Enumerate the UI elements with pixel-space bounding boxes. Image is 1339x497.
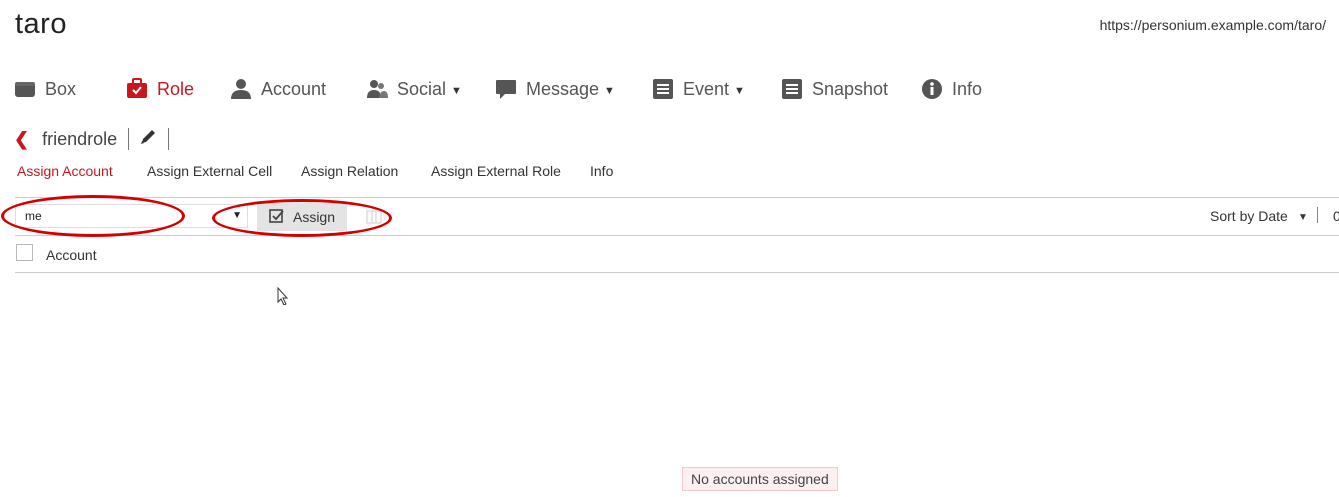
box-icon (14, 78, 36, 100)
role-name: friendrole (42, 128, 118, 149)
item-count: 0 (1333, 208, 1339, 224)
annotation-ellipse (1, 195, 185, 237)
divider (15, 197, 1339, 198)
cell-name: taro (15, 8, 67, 40)
nav-account-label: Account (261, 78, 327, 99)
list-icon (781, 78, 803, 100)
nav-event-label: Event (683, 78, 730, 99)
divider (168, 128, 170, 150)
edit-pencil-icon[interactable] (140, 128, 157, 150)
info-icon (921, 78, 943, 100)
nav-role[interactable]: Role (126, 72, 194, 106)
annotation-ellipse (212, 199, 392, 237)
comment-icon (495, 78, 517, 100)
divider (128, 128, 130, 150)
nav-account[interactable]: Account (230, 72, 326, 106)
role-header: ❮ friendrole (14, 127, 180, 151)
tab-info[interactable]: Info (590, 163, 613, 179)
tab-assign-external-cell[interactable]: Assign External Cell (147, 163, 272, 179)
divider (15, 235, 1339, 236)
mouse-cursor-icon (277, 286, 289, 310)
empty-state-message: No accounts assigned (682, 467, 838, 491)
nav-info-label: Info (952, 78, 983, 99)
nav-info[interactable]: Info (921, 72, 982, 106)
sort-dropdown[interactable]: Sort by Date (1210, 208, 1288, 224)
divider (1317, 207, 1318, 223)
divider (15, 272, 1339, 273)
nav-box[interactable]: Box (14, 72, 76, 106)
list-icon (652, 78, 674, 100)
chevron-down-icon: ▼ (451, 84, 462, 97)
tab-assign-relation[interactable]: Assign Relation (301, 163, 398, 179)
back-chevron-icon[interactable]: ❮ (14, 129, 29, 150)
select-all-checkbox[interactable] (16, 244, 33, 261)
nav-social-label: Social (397, 78, 447, 99)
nav-role-label: Role (157, 78, 195, 99)
nav-social[interactable]: Social ▼ (366, 72, 462, 106)
chevron-down-icon: ▼ (734, 84, 745, 97)
chevron-down-icon: ▼ (604, 84, 615, 97)
nav-snapshot[interactable]: Snapshot (781, 72, 888, 106)
user-icon (230, 78, 252, 100)
users-icon (366, 78, 388, 100)
tab-assign-account[interactable]: Assign Account (17, 163, 113, 179)
nav-snapshot-label: Snapshot (812, 78, 889, 99)
briefcase-icon (126, 78, 148, 100)
nav-message[interactable]: Message ▼ (495, 72, 615, 106)
nav-message-label: Message (526, 78, 600, 99)
tab-assign-external-role[interactable]: Assign External Role (431, 163, 561, 179)
caret-down-icon[interactable]: ▼ (1298, 212, 1308, 223)
cell-url: https://personium.example.com/taro/ (1099, 17, 1326, 33)
nav-box-label: Box (45, 78, 77, 99)
column-header-account: Account (46, 247, 97, 263)
nav-event[interactable]: Event ▼ (652, 72, 745, 106)
